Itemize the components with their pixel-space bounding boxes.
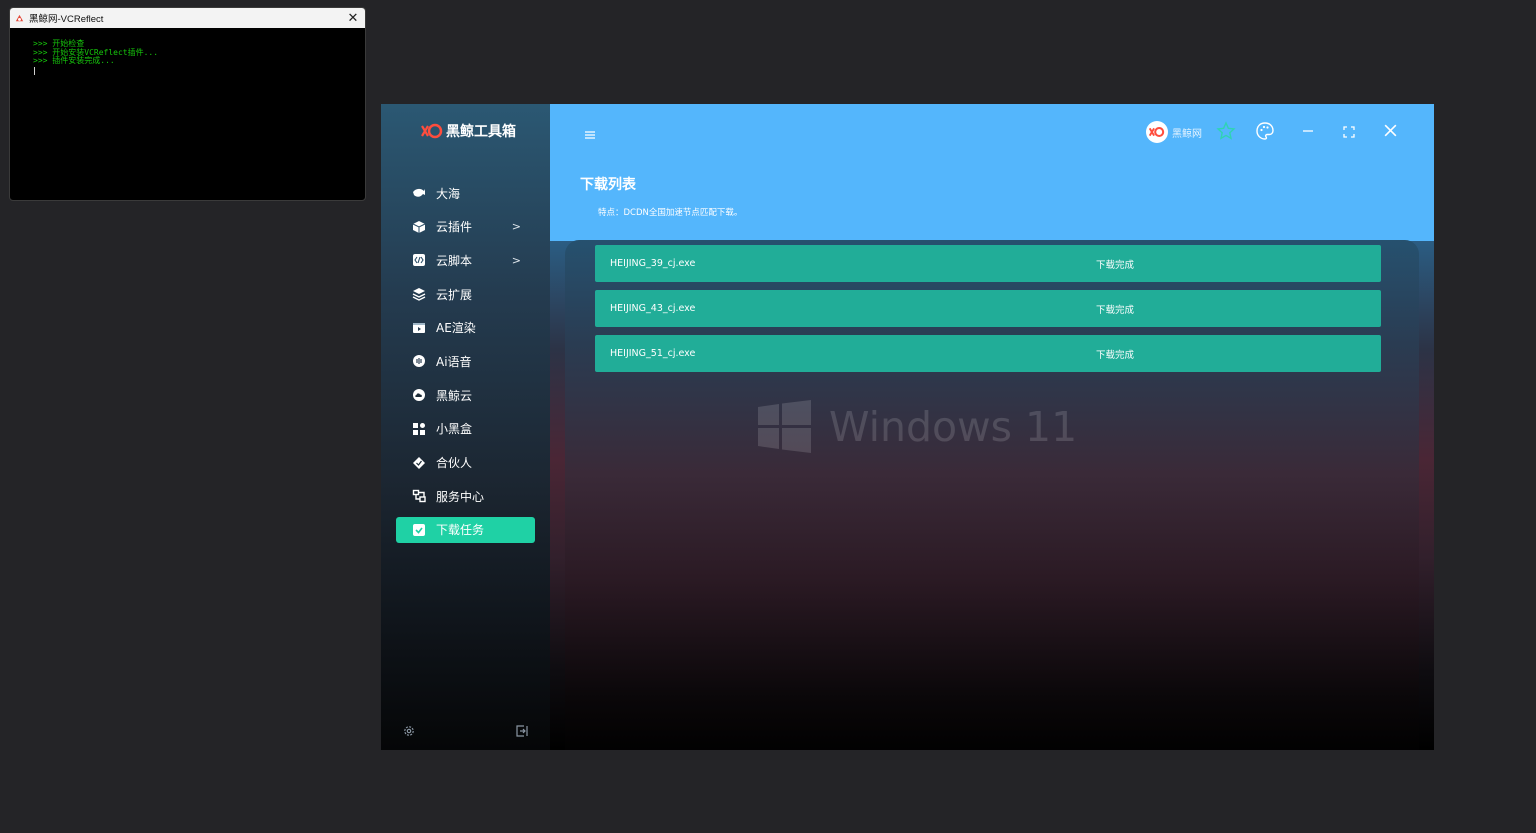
sidebar-item-label: 服务中心: [436, 489, 485, 504]
windows-logo-icon: [758, 400, 811, 453]
main-content: 黑鲸网 下载列表 特点：DCDN全国加速节点匹配下载。 Windows 11 H…: [550, 104, 1434, 750]
download-status: 下载完成: [1096, 349, 1135, 361]
whale-logo-icon: [1146, 121, 1168, 143]
console-line: >>> 插件安装完成...: [33, 56, 115, 65]
sidebar-item-label: AE渲染: [436, 321, 476, 336]
palette-icon[interactable]: [1255, 121, 1275, 145]
console-cursor: [34, 66, 35, 75]
cloud-icon: [412, 388, 426, 402]
sidebar-item-label: 合伙人: [436, 456, 473, 470]
sidebar-item-label: 云插件: [436, 220, 473, 235]
download-icon: [412, 523, 426, 537]
maximize-button[interactable]: [1342, 124, 1356, 143]
console-output: >>> 开始检查 >>> 开始安装VCReflect插件... >>> 插件安装…: [10, 28, 365, 75]
sidebar-item-label: 云脚本: [436, 253, 473, 268]
sidebar-item-label: 大海: [436, 186, 461, 201]
download-status: 下载完成: [1096, 259, 1135, 271]
download-filename: HEIJING_39_cj.exe: [610, 258, 696, 269]
app-logo: 黑鲸工具箱: [421, 121, 516, 141]
sidebar-item-label: 云扩展: [436, 287, 473, 302]
sidebar-item-ai-voice[interactable]: Ai语音: [396, 348, 535, 374]
header: 黑鲸网 下载列表 特点：DCDN全国加速节点匹配下载。: [550, 104, 1434, 241]
service-icon: [412, 489, 426, 503]
grid-icon: [412, 422, 426, 436]
console-close-button[interactable]: ✕: [341, 8, 365, 28]
sidebar-item-cloud-plugin[interactable]: 云插件 >: [396, 214, 535, 240]
fish-icon: [412, 186, 426, 200]
diamond-icon: [412, 456, 426, 470]
download-filename: HEIJING_43_cj.exe: [610, 303, 696, 314]
download-row[interactable]: HEIJING_43_cj.exe 下载完成: [595, 290, 1381, 327]
code-icon: [412, 253, 426, 267]
app-logo-text: 黑鲸工具箱: [446, 124, 516, 140]
logout-icon[interactable]: [515, 723, 529, 742]
download-row[interactable]: HEIJING_51_cj.exe 下载完成: [595, 335, 1381, 372]
console-title: 黑鲸网-VCReflect: [29, 14, 104, 25]
page-note: 特点：DCDN全国加速节点匹配下载。: [598, 208, 743, 218]
console-window[interactable]: 黑鲸网-VCReflect ✕ >>> 开始检查 >>> 开始安装VCRefle…: [9, 7, 366, 201]
wallpaper-text: Windows 11: [829, 402, 1078, 451]
sidebar-nav: 大海 云插件 > 云脚本 > 云扩展 AE渲染 Ai语音 黑鲸云 小黑盒 合伙人…: [396, 180, 535, 551]
sidebar-item-service-center[interactable]: 服务中心: [396, 483, 535, 509]
sidebar-item-little-box[interactable]: 小黑盒: [396, 416, 535, 442]
sidebar-item-dahai[interactable]: 大海: [396, 180, 535, 206]
chevron-right-icon: >: [511, 220, 521, 234]
sidebar-item-label: Ai语音: [436, 354, 472, 369]
chevron-right-icon: >: [511, 253, 521, 267]
layers-icon: [412, 287, 426, 301]
brand-link[interactable]: 黑鲸网: [1146, 121, 1202, 143]
download-list: HEIJING_39_cj.exe 下载完成 HEIJING_43_cj.exe…: [595, 245, 1381, 380]
sidebar-item-whale-cloud[interactable]: 黑鲸云: [396, 382, 535, 408]
sidebar: 黑鲸工具箱 大海 云插件 > 云脚本 > 云扩展 AE渲染 Ai语音 黑鲸云 小…: [381, 104, 550, 750]
download-filename: HEIJING_51_cj.exe: [610, 348, 696, 359]
settings-gear-icon[interactable]: [402, 723, 416, 742]
hamburger-menu-icon[interactable]: [583, 126, 597, 139]
minimize-button[interactable]: [1301, 123, 1315, 142]
sidebar-item-partner[interactable]: 合伙人: [396, 450, 535, 476]
brand-text: 黑鲸网: [1172, 128, 1202, 140]
console-titlebar[interactable]: 黑鲸网-VCReflect ✕: [10, 8, 365, 28]
video-icon: [412, 321, 426, 335]
download-row[interactable]: HEIJING_39_cj.exe 下载完成: [595, 245, 1381, 282]
close-button[interactable]: [1383, 123, 1398, 142]
star-icon[interactable]: [1216, 121, 1236, 145]
sidebar-item-label: 下载任务: [436, 523, 485, 538]
sidebar-item-label: 小黑盒: [436, 422, 473, 437]
sidebar-item-ae-render[interactable]: AE渲染: [396, 315, 535, 341]
toolbox-window: 黑鲸工具箱 大海 云插件 > 云脚本 > 云扩展 AE渲染 Ai语音 黑鲸云 小…: [381, 104, 1434, 750]
wallpaper-watermark: Windows 11: [758, 400, 1077, 453]
sidebar-item-label: 黑鲸云: [436, 388, 473, 403]
audio-icon: [412, 354, 426, 368]
cube-icon: [412, 220, 426, 234]
download-status: 下载完成: [1096, 304, 1135, 316]
app-logo-icon: [15, 14, 24, 21]
sidebar-item-cloud-extension[interactable]: 云扩展: [396, 281, 535, 307]
sidebar-item-download-task[interactable]: 下载任务: [396, 516, 535, 543]
whale-logo-icon: [421, 123, 443, 139]
sidebar-item-cloud-script[interactable]: 云脚本 >: [396, 247, 535, 273]
page-title: 下载列表: [580, 177, 636, 193]
